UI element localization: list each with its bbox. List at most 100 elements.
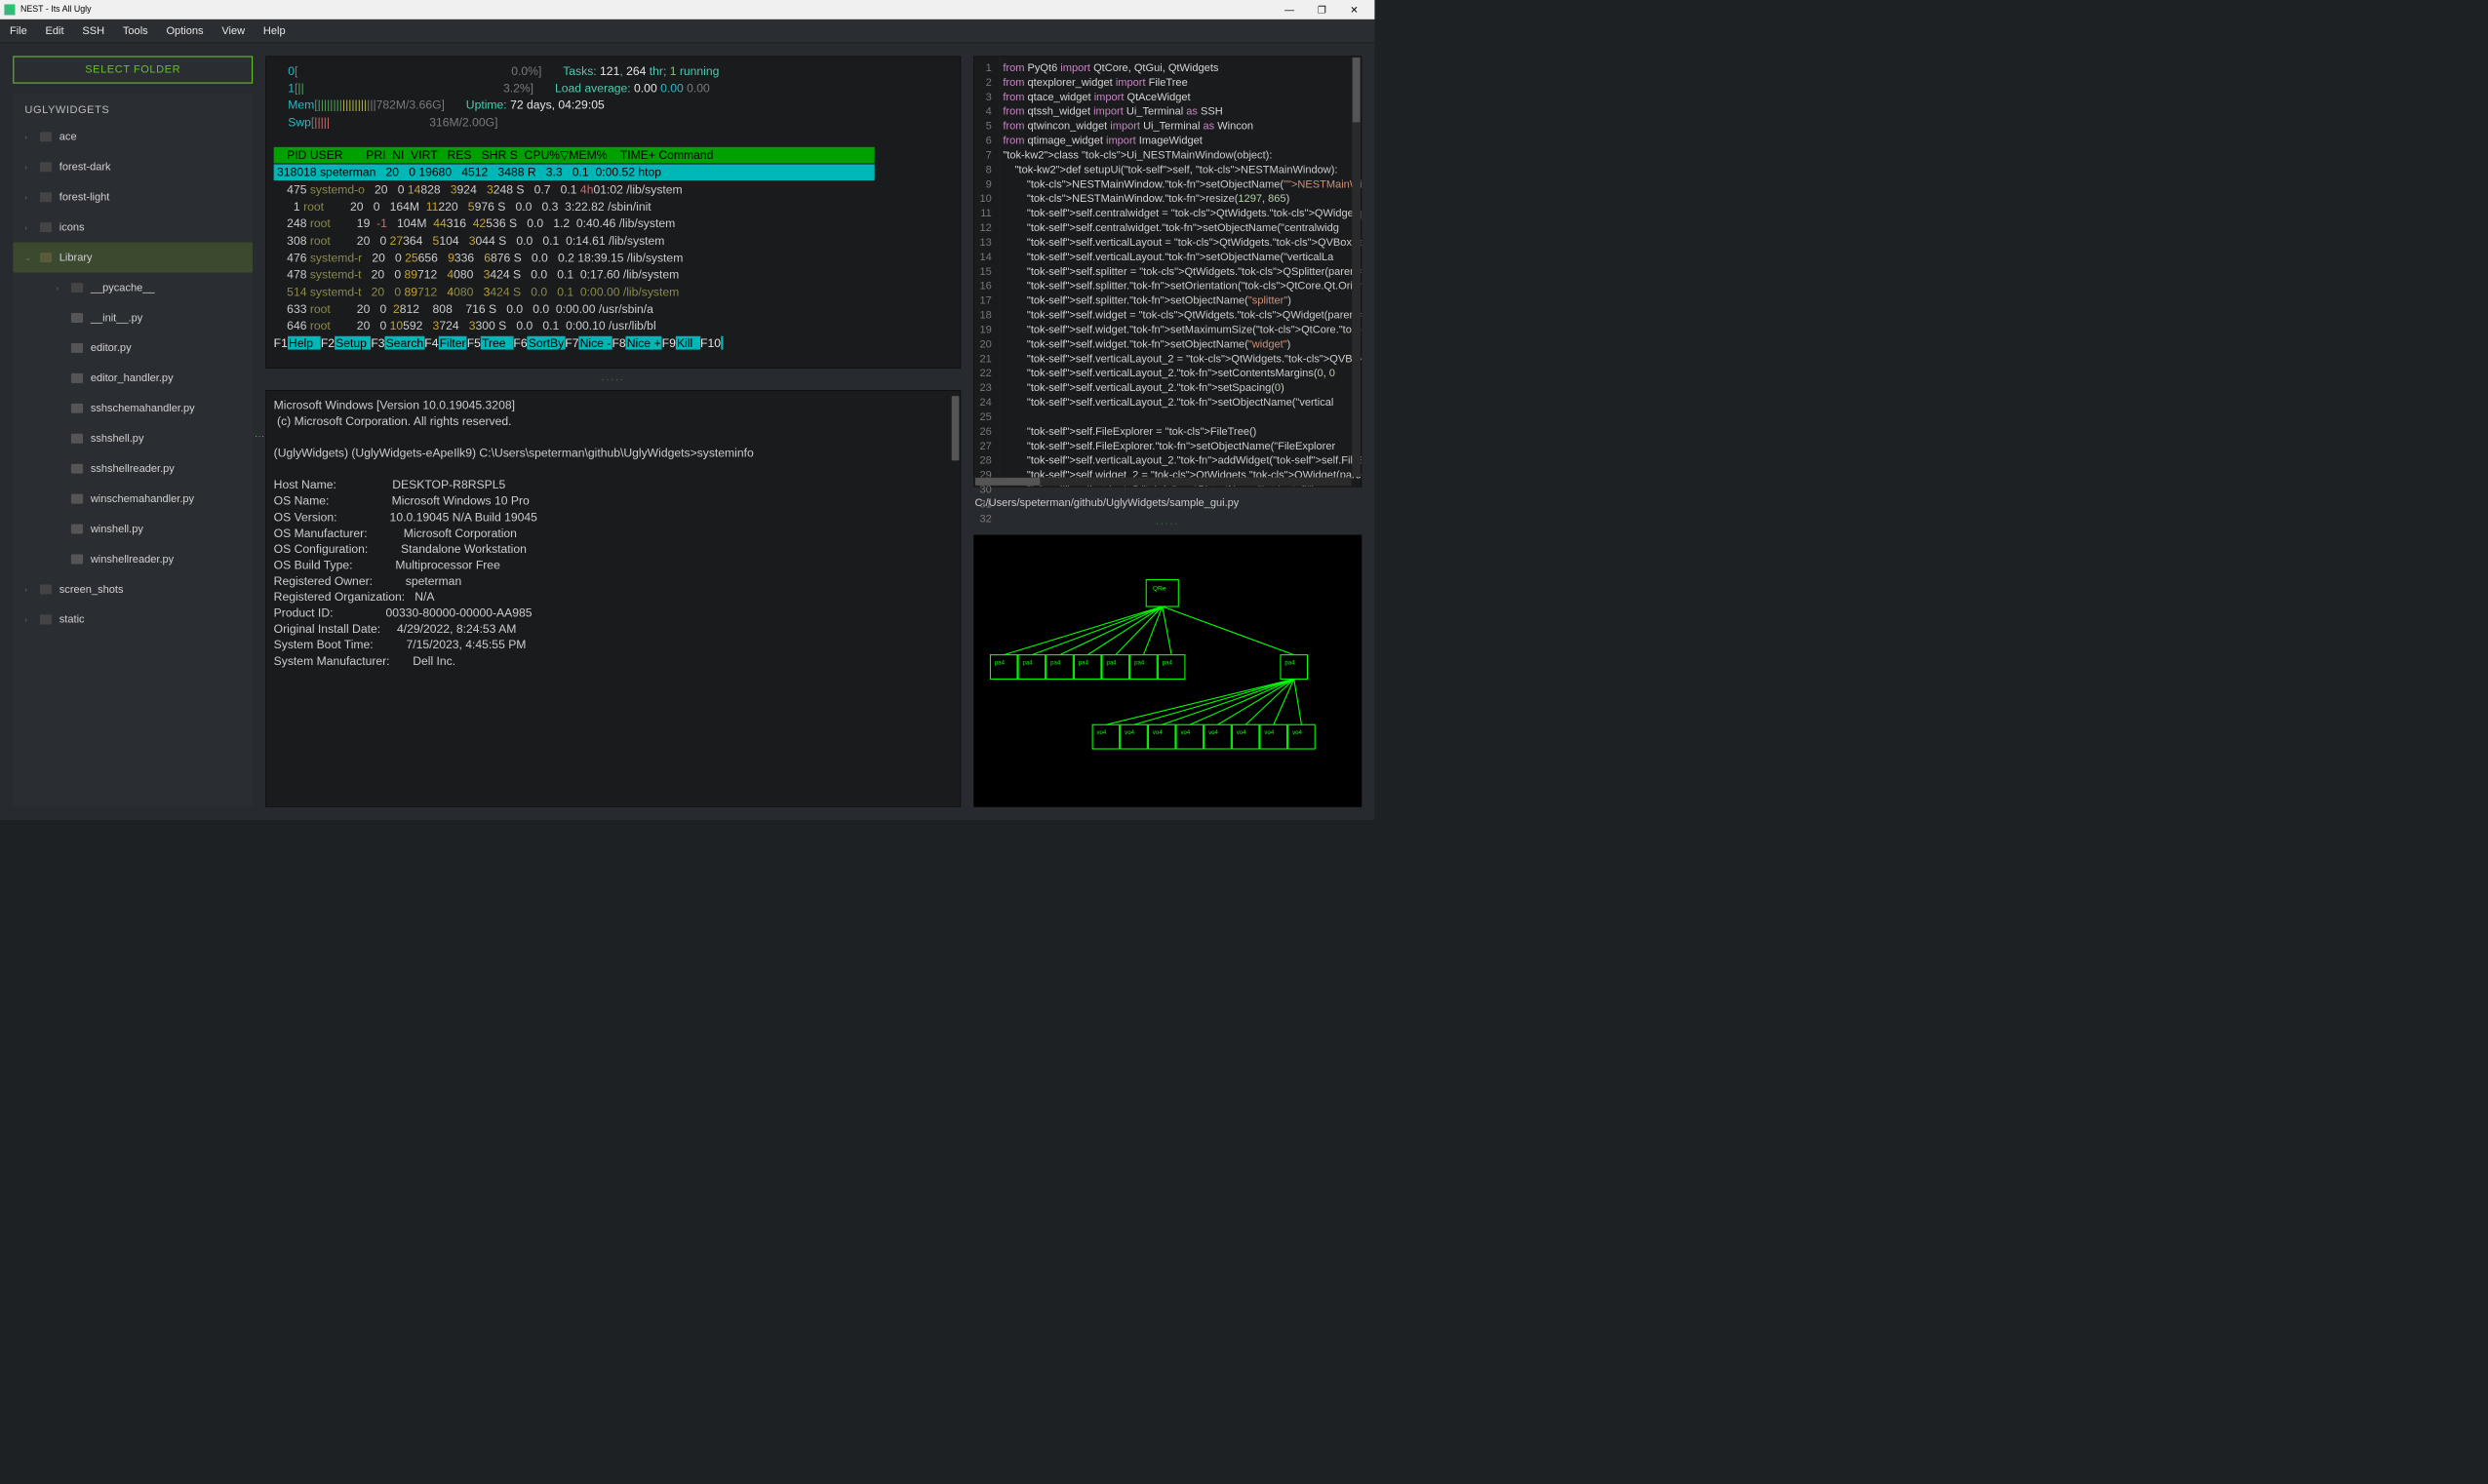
chevron-icon: ›	[24, 223, 32, 232]
folder-icon	[40, 584, 52, 594]
tree-item-label: screen_shots	[59, 583, 124, 596]
maximize-button[interactable]: ❐	[1306, 0, 1338, 20]
svg-text:vo4: vo4	[1180, 730, 1190, 736]
tree-item-label: __init__.py	[91, 312, 142, 325]
code-scrollbar-vertical[interactable]	[1352, 58, 1361, 477]
tree-item-winshell-py[interactable]: winshell.py	[13, 514, 253, 544]
tree-item-label: Library	[59, 252, 93, 264]
tree-item-label: editor_handler.py	[91, 372, 174, 385]
svg-text:QRe: QRe	[1153, 585, 1166, 592]
svg-text:pa4: pa4	[1050, 661, 1061, 667]
tree-item---init---py[interactable]: __init__.py	[13, 303, 253, 333]
menu-ssh[interactable]: SSH	[82, 24, 104, 37]
tree-item-ace[interactable]: › ace	[13, 122, 253, 152]
tree-item-library[interactable]: ⌄ Library	[13, 243, 253, 273]
chevron-icon: ⌄	[24, 253, 32, 261]
tree-item-editor-handler-py[interactable]: editor_handler.py	[13, 363, 253, 393]
minimize-button[interactable]: —	[1274, 0, 1306, 20]
tree-item-label: editor.py	[91, 342, 132, 355]
tree-item-label: forest-dark	[59, 161, 111, 174]
tree-item---pycache--[interactable]: ›__pycache__	[13, 273, 253, 303]
window-title-bar: NEST - Its All Ugly — ❐ ✕	[0, 0, 1374, 20]
tree-item-screen-shots[interactable]: › screen_shots	[13, 574, 253, 605]
folder-icon	[40, 614, 52, 624]
svg-text:vo4: vo4	[1208, 730, 1218, 736]
file-icon	[71, 434, 83, 444]
windows-terminal[interactable]: Microsoft Windows [Version 10.0.19045.32…	[265, 390, 961, 807]
right-pane: 1234567891011121314151617181920212223242…	[973, 56, 1362, 806]
center-pane: ⋮ 0[ 0.0%] Tasks: 121, 264 thr; 1 runnin…	[265, 56, 961, 806]
tree-item-sshshell-py[interactable]: sshshell.py	[13, 423, 253, 453]
svg-text:vo4: vo4	[1097, 730, 1107, 736]
file-icon	[71, 404, 83, 413]
tree-item-label: sshschemahandler.py	[91, 402, 195, 414]
chevron-icon: ›	[24, 133, 32, 141]
tree-item-editor-py[interactable]: editor.py	[13, 332, 253, 363]
ssh-terminal[interactable]: 0[ 0.0%] Tasks: 121, 264 thr; 1 running …	[265, 56, 961, 368]
chevron-icon: ›	[24, 585, 32, 594]
svg-text:vo4: vo4	[1153, 730, 1163, 736]
tree-item-label: forest-light	[59, 191, 110, 204]
tree-item-label: winshell.py	[91, 523, 143, 535]
file-icon	[71, 555, 83, 565]
menu-tools[interactable]: Tools	[123, 24, 148, 37]
svg-text:pa4: pa4	[1284, 661, 1295, 667]
folder-icon	[40, 192, 52, 202]
tree-item-static[interactable]: ›static	[13, 605, 253, 635]
code-editor[interactable]: 1234567891011121314151617181920212223242…	[973, 56, 1362, 487]
code-gutter: 1234567891011121314151617181920212223242…	[974, 57, 1000, 487]
tree-item-icons[interactable]: › icons	[13, 213, 253, 243]
tree-item-label: winshellreader.py	[91, 553, 174, 566]
code-body[interactable]: from PyQt6 import QtCore, QtGui, QtWidge…	[1000, 57, 1362, 487]
folder-icon	[71, 283, 83, 293]
svg-text:vo4: vo4	[1237, 730, 1246, 736]
menu-view[interactable]: View	[221, 24, 245, 37]
folder-icon	[40, 222, 52, 232]
file-icon	[71, 525, 83, 534]
editor-file-path: C:/Users/speterman/github/UglyWidgets/sa…	[973, 494, 1362, 511]
file-icon	[71, 343, 83, 353]
tree-item-forest-dark[interactable]: › forest-dark	[13, 152, 253, 182]
select-folder-button[interactable]: SELECT FOLDER	[13, 56, 253, 83]
code-scrollbar-horizontal[interactable]	[974, 478, 1351, 487]
menu-options[interactable]: Options	[166, 24, 203, 37]
tree-item-winshellreader-py[interactable]: winshellreader.py	[13, 544, 253, 574]
file-icon	[71, 373, 83, 383]
main-content: SELECT FOLDER UGLYWIDGETS › ace › forest-da…	[0, 43, 1374, 820]
image-widget[interactable]: QRepa4pa4pa4pa4pa4pa4pa4pa4vo4vo4vo4vo4v…	[973, 535, 1362, 807]
tree-item-label: sshshell.py	[91, 432, 144, 445]
svg-text:pa4: pa4	[1079, 661, 1089, 667]
tree-item-winschemahandler-py[interactable]: winschemahandler.py	[13, 484, 253, 514]
tree-item-sshschemahandler-py[interactable]: sshschemahandler.py	[13, 393, 253, 423]
svg-text:pa4: pa4	[1106, 661, 1117, 667]
menu-help[interactable]: Help	[263, 24, 286, 37]
folder-icon	[40, 132, 52, 141]
file-icon	[71, 494, 83, 504]
sidebar: SELECT FOLDER UGLYWIDGETS › ace › forest-da…	[13, 56, 253, 806]
svg-text:pa4: pa4	[1134, 661, 1145, 667]
tree-item-label: ace	[59, 131, 77, 143]
tree-item-forest-light[interactable]: › forest-light	[13, 182, 253, 213]
close-button[interactable]: ✕	[1338, 0, 1370, 20]
chevron-icon: ›	[24, 163, 32, 172]
splitter-handle-left[interactable]: ⋮	[254, 432, 265, 442]
svg-text:vo4: vo4	[1292, 730, 1302, 736]
file-icon	[71, 313, 83, 323]
tree-item-label: icons	[59, 221, 85, 234]
svg-text:pa4: pa4	[995, 661, 1006, 667]
folder-icon	[40, 253, 52, 262]
menu-edit[interactable]: Edit	[46, 24, 64, 37]
tree-root-label: UGLYWIDGETS	[13, 98, 253, 122]
tree-item-sshshellreader-py[interactable]: sshshellreader.py	[13, 453, 253, 484]
menu-file[interactable]: File	[10, 24, 27, 37]
chevron-icon: ›	[24, 193, 32, 202]
file-icon	[71, 464, 83, 474]
splitter-handle-right[interactable]: ·····	[973, 519, 1362, 527]
tree-item-label: winschemahandler.py	[91, 492, 194, 505]
splitter-handle-center[interactable]: ·····	[265, 375, 961, 384]
terminal-scrollbar[interactable]	[952, 396, 960, 801]
tree-item-label: sshshellreader.py	[91, 462, 175, 475]
file-tree[interactable]: UGLYWIDGETS › ace › forest-dark › forest-ligh…	[13, 94, 253, 807]
svg-text:pa4: pa4	[1023, 661, 1034, 667]
folder-icon	[40, 162, 52, 172]
